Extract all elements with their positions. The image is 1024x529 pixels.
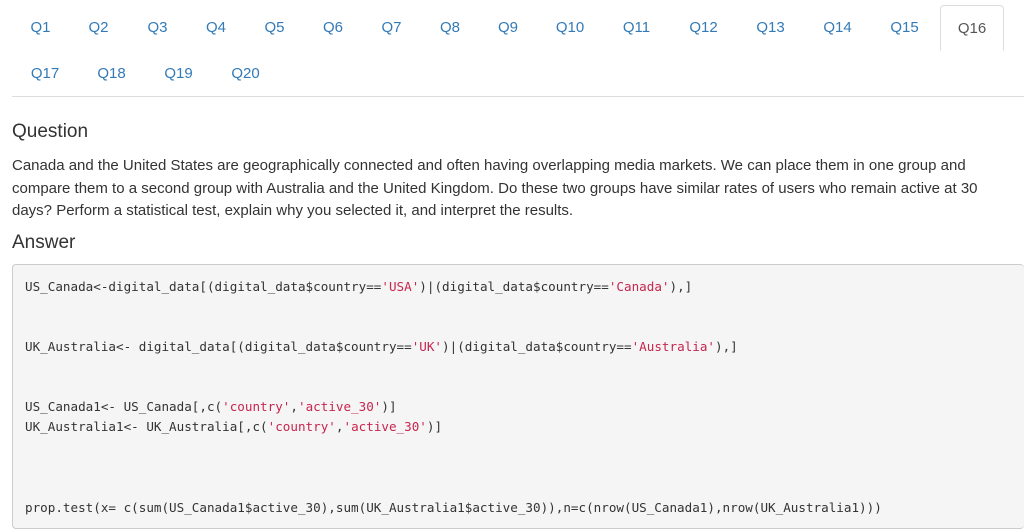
tab-q16[interactable]: Q16 <box>940 5 1004 51</box>
tab-q9[interactable]: Q9 <box>479 5 537 50</box>
tab-q7[interactable]: Q7 <box>362 5 421 50</box>
tab-q13[interactable]: Q13 <box>737 5 804 50</box>
tab-q20[interactable]: Q20 <box>212 51 279 96</box>
tab-q12[interactable]: Q12 <box>670 5 737 50</box>
answer-code-block: US_Canada<-digital_data[(digital_data$co… <box>12 264 1024 529</box>
tab-q2[interactable]: Q2 <box>69 5 128 50</box>
tab-q8[interactable]: Q8 <box>421 5 479 50</box>
tab-q4[interactable]: Q4 <box>187 5 245 50</box>
code-line-2: UK_Australia<- digital_data[(digital_dat… <box>25 339 738 354</box>
tab-q1[interactable]: Q1 <box>12 5 69 50</box>
code-line-3: US_Canada1<- US_Canada[,c('country','act… <box>25 399 397 414</box>
tab-q17[interactable]: Q17 <box>12 51 78 96</box>
tab-q5[interactable]: Q5 <box>245 5 304 50</box>
tab-q15[interactable]: Q15 <box>871 5 938 50</box>
question-text: Canada and the United States are geograp… <box>12 157 978 219</box>
tab-q11[interactable]: Q11 <box>603 5 670 50</box>
code-line-1: US_Canada<-digital_data[(digital_data$co… <box>25 279 693 294</box>
tab-q6[interactable]: Q6 <box>304 5 362 50</box>
code-line-5: prop.test(x= c(sum(US_Canada1$active_30)… <box>25 500 882 515</box>
tab-q18[interactable]: Q18 <box>78 51 145 96</box>
answer-heading: Answer <box>12 232 76 253</box>
question-tabs: Q1 Q2 Q3 Q4 Q5 Q6 Q7 Q8 Q9 Q10 Q11 Q12 Q… <box>12 5 1024 97</box>
tab-q3[interactable]: Q3 <box>128 5 187 50</box>
tab-q14[interactable]: Q14 <box>804 5 871 50</box>
code-line-4: UK_Australia1<- UK_Australia[,c('country… <box>25 419 443 434</box>
tab-q19[interactable]: Q19 <box>145 51 212 96</box>
tab-q10[interactable]: Q10 <box>537 5 603 50</box>
question-heading: Question <box>12 121 89 142</box>
